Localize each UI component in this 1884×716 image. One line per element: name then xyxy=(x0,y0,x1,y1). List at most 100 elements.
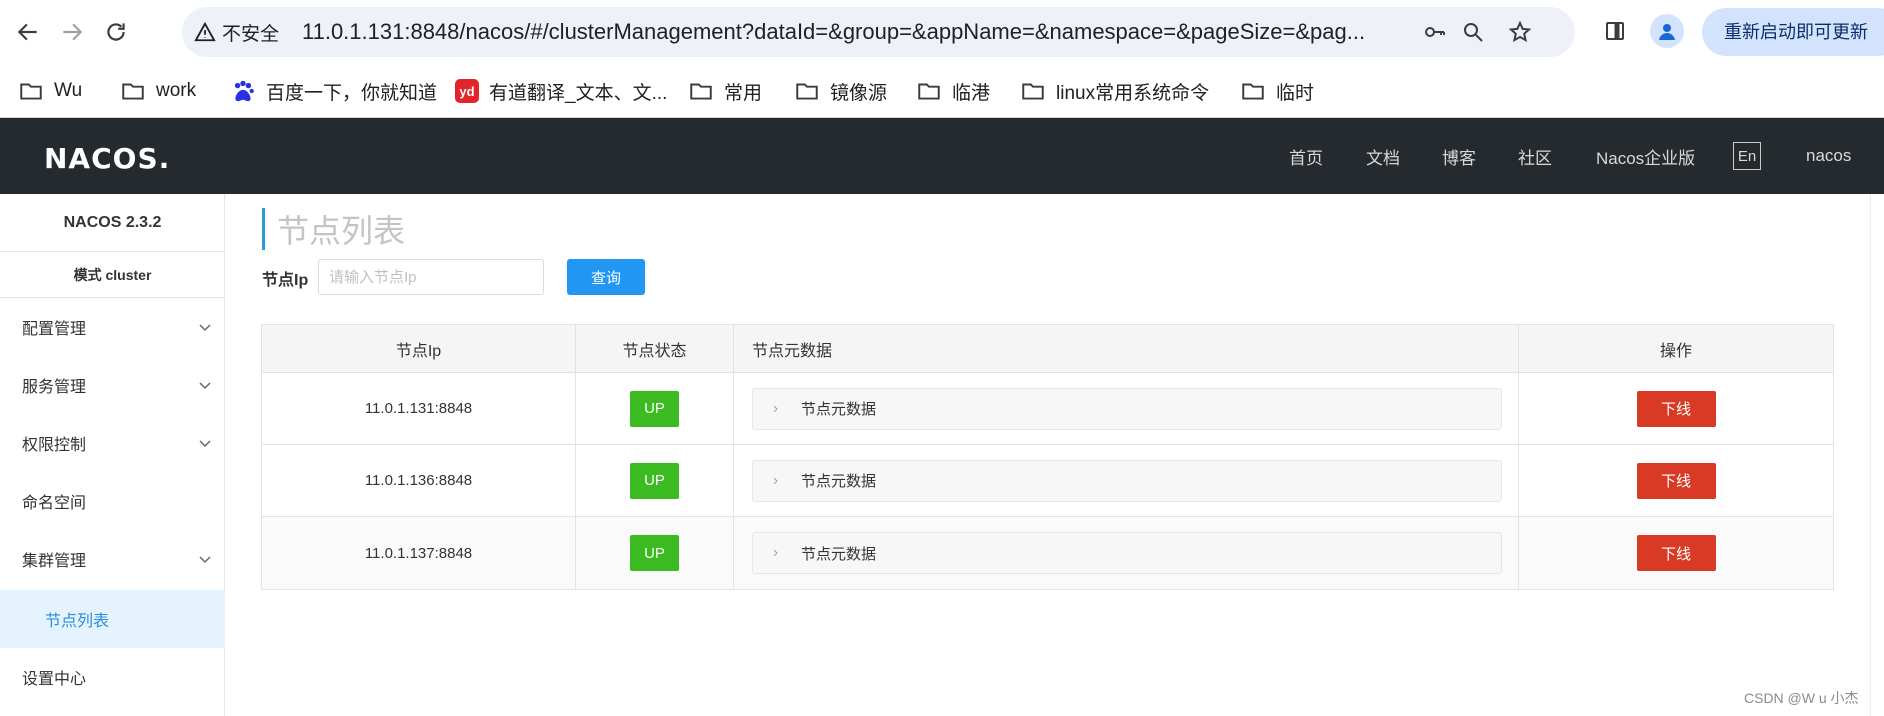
browser-toolbar: 不安全 11.0.1.131:8848/nacos/#/clusterManag… xyxy=(0,0,1884,64)
language-switch[interactable]: En xyxy=(1733,142,1761,170)
sidebar-item-label: 设置中心 xyxy=(22,671,87,688)
column-header-state: 节点状态 xyxy=(576,325,734,372)
user-menu[interactable]: nacos xyxy=(1806,118,1851,194)
zoom-button[interactable] xyxy=(1458,17,1488,47)
bookmark-work[interactable]: work xyxy=(120,76,196,106)
person-icon xyxy=(1659,24,1675,40)
table-row: 11.0.1.131:8848 UP 节点元数据 下线 xyxy=(262,373,1833,445)
bookmark-mirror[interactable]: 镜像源 xyxy=(794,76,887,106)
nacos-logo[interactable]: NACOS. xyxy=(44,142,170,175)
bookmark-wu[interactable]: Wu xyxy=(18,76,82,106)
chevron-right-icon xyxy=(773,405,778,412)
chevron-right-icon xyxy=(773,477,778,484)
state-cell: UP xyxy=(576,373,734,444)
arrow-right-icon xyxy=(63,23,83,41)
nav-blog[interactable]: 博客 xyxy=(1442,118,1476,194)
bookmark-label: 临港 xyxy=(952,82,991,104)
offline-button[interactable]: 下线 xyxy=(1636,462,1716,499)
bookmark-star-button[interactable] xyxy=(1505,17,1535,47)
arrow-left-icon xyxy=(17,23,37,41)
nav-enterprise[interactable]: Nacos企业版 xyxy=(1596,118,1695,194)
metadata-collapse[interactable]: 节点元数据 xyxy=(752,387,1502,430)
offline-button[interactable]: 下线 xyxy=(1636,390,1716,427)
column-header-action: 操作 xyxy=(1659,342,1692,360)
action-cell: 下线 xyxy=(1519,517,1833,589)
bookmarks-bar: Wu work 百度一下，你就知道 yd 有道翻译_文本、文... 常用 镜像源… xyxy=(0,64,1884,118)
sidebar-item-label: 服务管理 xyxy=(22,379,87,396)
scrollbar[interactable] xyxy=(1870,194,1884,716)
metadata-label: 节点元数据 xyxy=(801,473,877,490)
reload-icon xyxy=(107,23,125,41)
action-cell: 下线 xyxy=(1519,445,1833,516)
offline-button[interactable]: 下线 xyxy=(1636,535,1716,571)
status-badge: UP xyxy=(630,535,679,571)
address-bar[interactable]: 不安全 11.0.1.131:8848/nacos/#/clusterManag… xyxy=(182,7,1575,57)
metadata-collapse[interactable]: 节点元数据 xyxy=(752,532,1502,574)
bookmark-label: 临时 xyxy=(1276,82,1315,104)
chevron-down-icon xyxy=(199,324,211,332)
node-ip-input[interactable] xyxy=(318,259,544,295)
sidebar-item-service[interactable]: 服务管理 xyxy=(0,356,225,414)
sidebar-item-node-list[interactable]: 节点列表 xyxy=(0,590,225,648)
page-title-block: 节点列表 xyxy=(262,208,405,250)
chevron-down-icon xyxy=(199,556,211,564)
action-cell: 下线 xyxy=(1519,373,1833,444)
update-button[interactable]: 重新启动即可更新 xyxy=(1702,8,1884,56)
bookmark-youdao[interactable]: yd 有道翻译_文本、文... xyxy=(455,76,667,106)
sidebar-item-settings[interactable]: 设置中心 xyxy=(0,648,225,706)
bookmark-label: 百度一下，你就知道 xyxy=(266,82,438,104)
metadata-label: 节点元数据 xyxy=(801,545,877,563)
column-header-ip: 节点Ip xyxy=(262,325,576,372)
page-title: 节点列表 xyxy=(277,213,406,249)
nav-home[interactable]: 首页 xyxy=(1289,118,1323,194)
password-key-button[interactable] xyxy=(1420,17,1450,47)
bookmark-linux[interactable]: linux常用系统命令 xyxy=(1020,76,1209,106)
bookmark-label: 常用 xyxy=(724,82,763,104)
profile-button[interactable] xyxy=(1650,14,1684,48)
metadata-collapse[interactable]: 节点元数据 xyxy=(752,459,1502,502)
warning-icon xyxy=(194,21,216,42)
bookmark-changyong[interactable]: 常用 xyxy=(688,76,762,106)
node-ip: 11.0.1.131:8848 xyxy=(262,373,576,444)
folder-icon xyxy=(122,83,144,100)
sidebar-item-auth[interactable]: 权限控制 xyxy=(0,414,225,472)
sidebar-item-label: 集群管理 xyxy=(22,553,87,570)
table-row: 11.0.1.136:8848 UP 节点元数据 下线 xyxy=(262,445,1833,517)
bookmark-lingang[interactable]: 临港 xyxy=(916,76,990,106)
node-ip: 11.0.1.136:8848 xyxy=(262,445,576,516)
version-label: NACOS 2.3.2 xyxy=(0,194,225,252)
sidebar-item-config[interactable]: 配置管理 xyxy=(0,298,225,356)
bookmark-label: work xyxy=(156,80,197,101)
forward-button[interactable] xyxy=(52,12,92,52)
reload-button[interactable] xyxy=(96,12,136,52)
folder-icon xyxy=(1022,83,1044,100)
url-text[interactable]: 11.0.1.131:8848/nacos/#/clusterManagemen… xyxy=(302,19,1402,45)
folder-icon xyxy=(1242,83,1264,100)
bookmark-baidu[interactable]: 百度一下，你就知道 xyxy=(230,76,437,106)
watermark: CSDN @W u 小杰 xyxy=(1744,690,1859,706)
query-button[interactable]: 查询 xyxy=(567,259,645,295)
back-button[interactable] xyxy=(8,12,48,52)
security-indicator[interactable]: 不安全 xyxy=(194,19,279,45)
side-panel-button[interactable] xyxy=(1598,14,1632,48)
sidebar: NACOS 2.3.2 模式 cluster 配置管理 服务管理 权限控制 命名… xyxy=(0,194,225,716)
bookmark-label: Wu xyxy=(54,80,83,101)
sidebar-item-cluster[interactable]: 集群管理 xyxy=(0,530,225,588)
side-panel-icon xyxy=(1606,22,1624,40)
nav-community[interactable]: 社区 xyxy=(1518,118,1552,194)
sidebar-item-label: 节点列表 xyxy=(45,613,110,630)
nav-docs[interactable]: 文档 xyxy=(1366,118,1400,194)
state-cell: UP xyxy=(576,517,734,589)
table-row: 11.0.1.137:8848 UP 节点元数据 下线 xyxy=(262,517,1833,589)
bookmark-linshi[interactable]: 临时 xyxy=(1240,76,1314,106)
node-ip: 11.0.1.137:8848 xyxy=(262,517,576,589)
filter-label: 节点Ip xyxy=(262,272,309,289)
bookmark-label: 有道翻译_文本、文... xyxy=(489,82,668,104)
sidebar-item-namespace[interactable]: 命名空间 xyxy=(0,472,225,530)
sidebar-item-label: 配置管理 xyxy=(22,321,87,338)
security-label: 不安全 xyxy=(222,23,280,45)
meta-cell: 节点元数据 xyxy=(734,517,1519,589)
status-badge: UP xyxy=(630,462,679,499)
star-icon xyxy=(1508,20,1532,43)
meta-cell: 节点元数据 xyxy=(734,445,1519,516)
